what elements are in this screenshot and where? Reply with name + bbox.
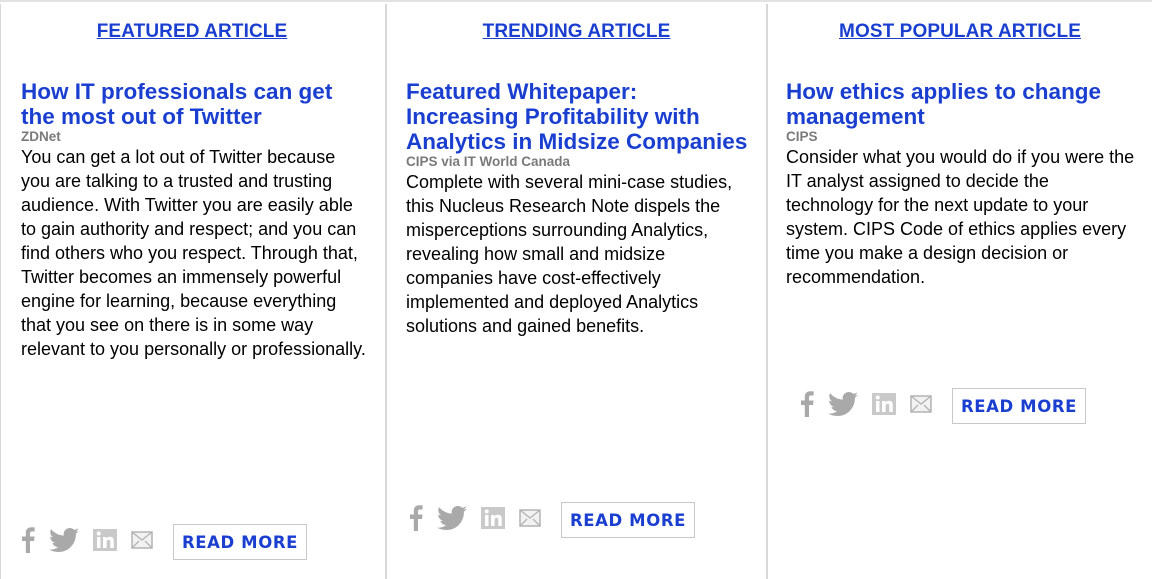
read-more-button[interactable]: READ MORE [173,524,308,560]
article-title-link[interactable]: How ethics applies to change management [786,79,1138,129]
linkedin-icon[interactable] [481,506,505,534]
share-actions: READ MORE [409,500,696,540]
email-icon[interactable] [519,508,541,532]
article-source: CIPS [786,129,818,144]
read-more-button[interactable]: READ MORE [952,388,1087,424]
article-title-link[interactable]: Featured Whitepaper: Increasing Profitab… [406,79,752,154]
linkedin-icon[interactable] [93,528,117,556]
trending-article-column: TRENDING ARTICLE Featured Whitepaper: In… [385,4,766,579]
facebook-icon[interactable] [409,504,423,536]
twitter-icon[interactable] [48,527,79,557]
featured-article-column: FEATURED ARTICLE How IT professionals ca… [0,4,383,579]
article-grid: FEATURED ARTICLE How IT professionals ca… [0,0,1152,579]
email-icon[interactable] [910,394,932,418]
featured-article-heading-link[interactable]: FEATURED ARTICLE [97,21,288,42]
article-summary: Complete with several mini-case studies,… [406,172,733,336]
linkedin-icon[interactable] [872,392,896,420]
share-actions: READ MORE [21,522,308,562]
twitter-icon[interactable] [436,505,467,535]
article-summary: You can get a lot out of Twitter because… [21,147,366,359]
email-icon[interactable] [131,530,153,554]
article-source: ZDNet [21,129,61,144]
facebook-icon[interactable] [21,526,35,558]
read-more-button[interactable]: READ MORE [561,502,696,538]
twitter-icon[interactable] [827,391,858,421]
most-popular-article-column: MOST POPULAR ARTICLE How ethics applies … [766,4,1152,579]
article-source: CIPS via IT World Canada [406,154,571,169]
column-heading: MOST POPULAR ARTICLE [768,21,1152,43]
column-heading: TRENDING ARTICLE [387,21,766,43]
column-heading: FEATURED ARTICLE [1,21,383,43]
most-popular-article-heading-link[interactable]: MOST POPULAR ARTICLE [839,21,1081,42]
article-summary: Consider what you would do if you were t… [786,147,1135,287]
facebook-icon[interactable] [800,390,814,422]
trending-article-heading-link[interactable]: TRENDING ARTICLE [483,21,671,42]
share-actions: READ MORE [800,386,1087,426]
article-title-link[interactable]: How IT professionals can get the most ou… [21,79,369,129]
